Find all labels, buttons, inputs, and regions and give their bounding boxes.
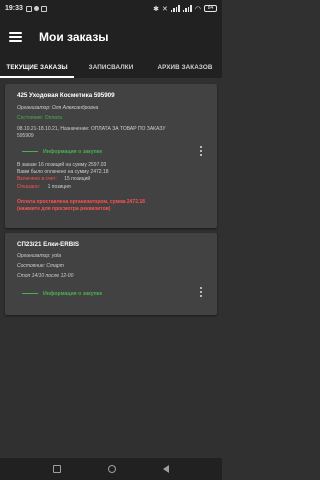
included-label: Включено в счет: [17,176,57,182]
home-icon[interactable] [107,465,116,473]
order-purpose: 08.10.21-18.10.21, Назначение: ОПЛАТА ЗА… [17,126,166,132]
tab-bar: ТЕКУЩИЕ ЗАКАЗЫ ЗАПИСВАЛКИ АРХИВ ЗАКАЗОВ [0,56,222,78]
order-organizer: Организатор: yola [17,253,62,259]
status-time: 19:33 [5,5,23,12]
status-bar: 19:33 ✱ ✕ ◠ 84 [0,0,222,17]
notification-icons [25,5,47,12]
refused-label: Отказано: [17,184,41,190]
info-divider [22,151,38,152]
order-paid-summary: Вами было оплачено на сумму 2472.18 [17,169,109,175]
wifi-icon: ◠ [194,5,201,13]
order-state: Состояние: Оплата [17,115,62,121]
tab-signups[interactable]: ЗАПИСВАЛКИ [74,56,148,78]
back-icon[interactable] [162,465,169,473]
order-stop: Стоп 14/10 после 12-00 [17,273,74,279]
included-value: 15 позиций [64,176,91,182]
order-purpose-id: 595909 [17,133,34,139]
notification-icon [25,5,32,12]
more-options-icon[interactable] [200,146,203,157]
notification-icon-2 [40,5,47,12]
signal-icon-2 [182,5,192,12]
order-card[interactable]: 425 Уходовая Косметика 595909 Организато… [5,84,217,228]
tab-current-orders[interactable]: ТЕКУЩИЕ ЗАКАЗЫ [0,56,74,78]
more-options-icon[interactable] [200,287,203,298]
order-card[interactable]: СП23/21 Елки-ERBIS Организатор: yola Сос… [5,233,217,315]
info-divider [22,293,38,294]
app-bar: Мои заказы [0,17,222,56]
bluetooth-icon: ✱ [153,5,160,13]
order-title: СП23/21 Елки-ERBIS [17,241,80,248]
order-title: 425 Уходовая Косметика 595909 [17,92,115,99]
payment-note-hint[interactable]: (нажмите для просмотра реквизитов) [17,206,110,212]
payment-note[interactable]: Оплата проставлена организатором, сумма … [17,199,145,205]
battery-icon: 84 [204,5,217,12]
signal-icon [170,5,180,12]
order-refused: Отказано: 1 позиция [17,184,71,190]
notification-dot-icon [33,6,39,11]
tab-archive[interactable]: АРХИВ ЗАКАЗОВ [148,56,222,78]
order-items-summary: В заказе 16 позиций на сумму 2597.03 [17,162,107,168]
page-title: Мои заказы [39,29,109,44]
refused-value: 1 позиция [47,184,71,190]
menu-icon[interactable] [9,31,22,42]
recent-apps-icon[interactable] [53,465,62,473]
silent-icon: ✕ [162,5,168,13]
order-organizer: Организатор: Оля Александровна [17,105,99,111]
system-nav-bar [0,458,222,480]
order-included: Включено в счет: 15 позиций [17,176,90,182]
system-icons: ✱ ✕ ◠ 84 [153,5,217,13]
purchase-info-link[interactable]: Информация о закупке [43,291,102,297]
order-state: Состояние: Старт [17,263,64,269]
purchase-info-link[interactable]: Информация о закупке [43,149,102,155]
